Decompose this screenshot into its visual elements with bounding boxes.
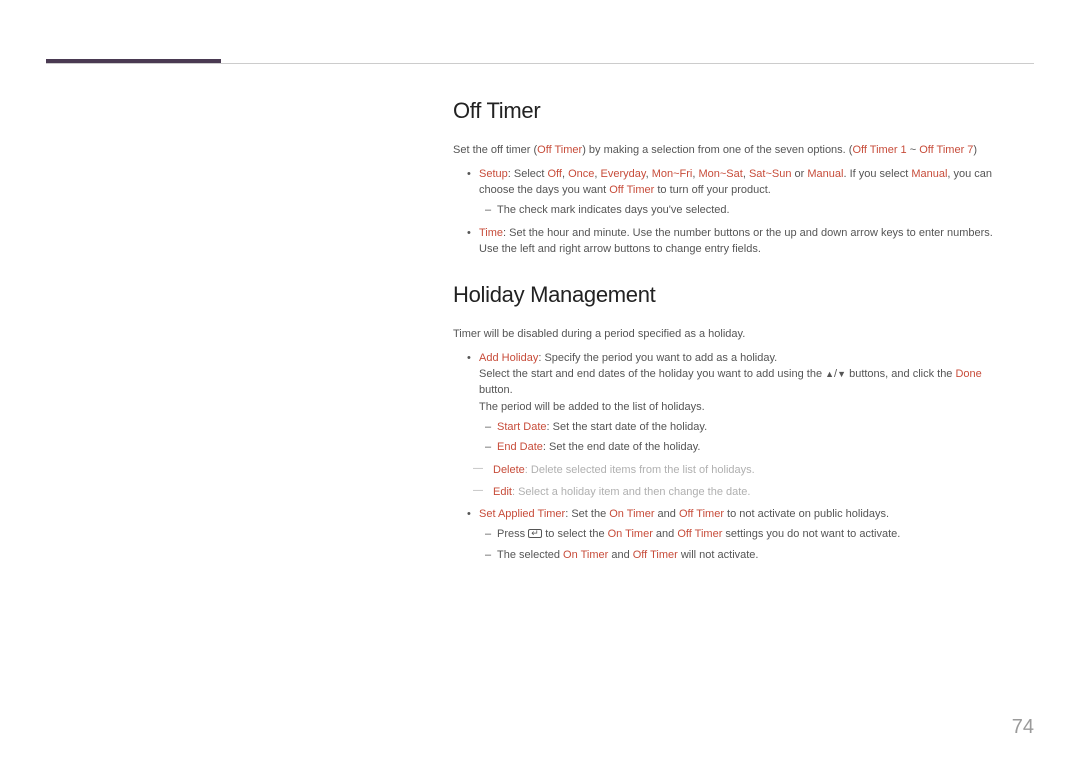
text: and bbox=[654, 508, 678, 520]
text: will not activate. bbox=[678, 549, 759, 561]
text: : Set the bbox=[565, 508, 609, 520]
text-hl: Mon~Sat bbox=[698, 168, 742, 180]
label: Set Applied Timer bbox=[479, 508, 565, 520]
holiday-bullets: Add Holiday: Specify the period you want… bbox=[453, 350, 1013, 563]
label: Add Holiday bbox=[479, 352, 538, 364]
dash-start-date: Start Date: Set the start date of the ho… bbox=[479, 419, 1013, 435]
text: . If you select bbox=[843, 168, 911, 180]
off-timer-bullets: Setup: Select Off, Once, Everyday, Mon~F… bbox=[453, 166, 1013, 257]
text: settings you do not want to activate. bbox=[722, 528, 900, 540]
text-hl: Manual bbox=[911, 168, 947, 180]
holiday-intro: Timer will be disabled during a period s… bbox=[453, 326, 1013, 342]
text: ) by making a selection from one of the … bbox=[582, 144, 852, 156]
text-hl: Done bbox=[955, 368, 981, 380]
text: : Set the hour and minute. Use the numbe… bbox=[479, 227, 993, 255]
text: : Select bbox=[508, 168, 548, 180]
text-hl: Everyday bbox=[601, 168, 646, 180]
bullet-set-applied-timer: Set Applied Timer: Set the On Timer and … bbox=[453, 506, 1013, 563]
text: to select the bbox=[542, 528, 607, 540]
off-timer-intro: Set the off timer (Off Timer) by making … bbox=[453, 142, 1013, 158]
text: button. bbox=[479, 384, 513, 396]
dash-end-date: End Date: Set the end date of the holida… bbox=[479, 439, 1013, 455]
label: End Date bbox=[497, 441, 543, 453]
add-sublist: Start Date: Set the start date of the ho… bbox=[479, 419, 1013, 456]
text-hl: Off Timer 7 bbox=[919, 144, 973, 156]
add-notes: Delete: Delete selected items from the l… bbox=[479, 462, 1013, 501]
text-hl: Off Timer bbox=[609, 184, 654, 196]
text: or bbox=[791, 168, 807, 180]
header-divider bbox=[46, 63, 1034, 64]
dash-selected: The selected On Timer and Off Timer will… bbox=[479, 547, 1013, 563]
label: Delete bbox=[493, 464, 525, 476]
label: Setup bbox=[479, 168, 508, 180]
label: Time bbox=[479, 227, 503, 239]
text-hl: Off Timer 1 bbox=[852, 144, 906, 156]
sat-sublist: Press to select the On Timer and Off Tim… bbox=[479, 526, 1013, 563]
text: : Set the end date of the holiday. bbox=[543, 441, 701, 453]
setup-sublist: The check mark indicates days you've sel… bbox=[479, 202, 1013, 218]
dash-press-enter: Press to select the On Timer and Off Tim… bbox=[479, 526, 1013, 542]
text: : Set the start date of the holiday. bbox=[547, 421, 708, 433]
section-holiday: Holiday Management Timer will be disable… bbox=[453, 279, 1013, 563]
note-delete: Delete: Delete selected items from the l… bbox=[479, 462, 1013, 478]
text: to turn off your product. bbox=[654, 184, 771, 196]
text: and bbox=[608, 549, 632, 561]
text: ) bbox=[973, 144, 977, 156]
down-arrow-icon: ▼ bbox=[837, 369, 846, 379]
text-hl: Off Timer bbox=[633, 549, 678, 561]
text-hl: Manual bbox=[807, 168, 843, 180]
bullet-setup: Setup: Select Off, Once, Everyday, Mon~F… bbox=[453, 166, 1013, 219]
label: Edit bbox=[493, 486, 512, 498]
text: and bbox=[653, 528, 677, 540]
dash-checkmark: The check mark indicates days you've sel… bbox=[479, 202, 1013, 218]
text-hl: Off Timer bbox=[679, 508, 724, 520]
text-hl: On Timer bbox=[608, 528, 653, 540]
text-grey: : Select a holiday item and then change … bbox=[512, 486, 751, 498]
text-hl: Once bbox=[568, 168, 594, 180]
text-grey: : Delete selected items from the list of… bbox=[525, 464, 755, 476]
text-hl: Off bbox=[548, 168, 562, 180]
text: The selected bbox=[497, 549, 563, 561]
page-content: Off Timer Set the off timer (Off Timer) … bbox=[453, 95, 1013, 569]
text-hl: On Timer bbox=[609, 508, 654, 520]
text-hl: Sat~Sun bbox=[749, 168, 792, 180]
text: : Specify the period you want to add as … bbox=[538, 352, 777, 364]
bullet-time: Time: Set the hour and minute. Use the n… bbox=[453, 225, 1013, 258]
text: Press bbox=[497, 528, 528, 540]
text: Select the start and end dates of the ho… bbox=[479, 368, 825, 380]
text-hl: Off Timer bbox=[537, 144, 582, 156]
text-hl: Mon~Fri bbox=[652, 168, 693, 180]
text: buttons, and click the bbox=[846, 368, 955, 380]
section-heading-holiday: Holiday Management bbox=[453, 279, 1013, 312]
page-number: 74 bbox=[1012, 716, 1034, 739]
text: Set the off timer ( bbox=[453, 144, 537, 156]
text-hl: Off Timer bbox=[677, 528, 722, 540]
text: ~ bbox=[907, 144, 920, 156]
text-hl: On Timer bbox=[563, 549, 608, 561]
bullet-add-holiday: Add Holiday: Specify the period you want… bbox=[453, 350, 1013, 500]
add-holiday-line2: Select the start and end dates of the ho… bbox=[479, 366, 1013, 399]
text: to not activate on public holidays. bbox=[724, 508, 889, 520]
enter-icon bbox=[528, 529, 542, 538]
up-arrow-icon: ▲ bbox=[825, 369, 834, 379]
label: Start Date bbox=[497, 421, 547, 433]
add-holiday-line3: The period will be added to the list of … bbox=[479, 399, 1013, 415]
section-heading-off-timer: Off Timer bbox=[453, 95, 1013, 128]
note-edit: Edit: Select a holiday item and then cha… bbox=[479, 484, 1013, 500]
